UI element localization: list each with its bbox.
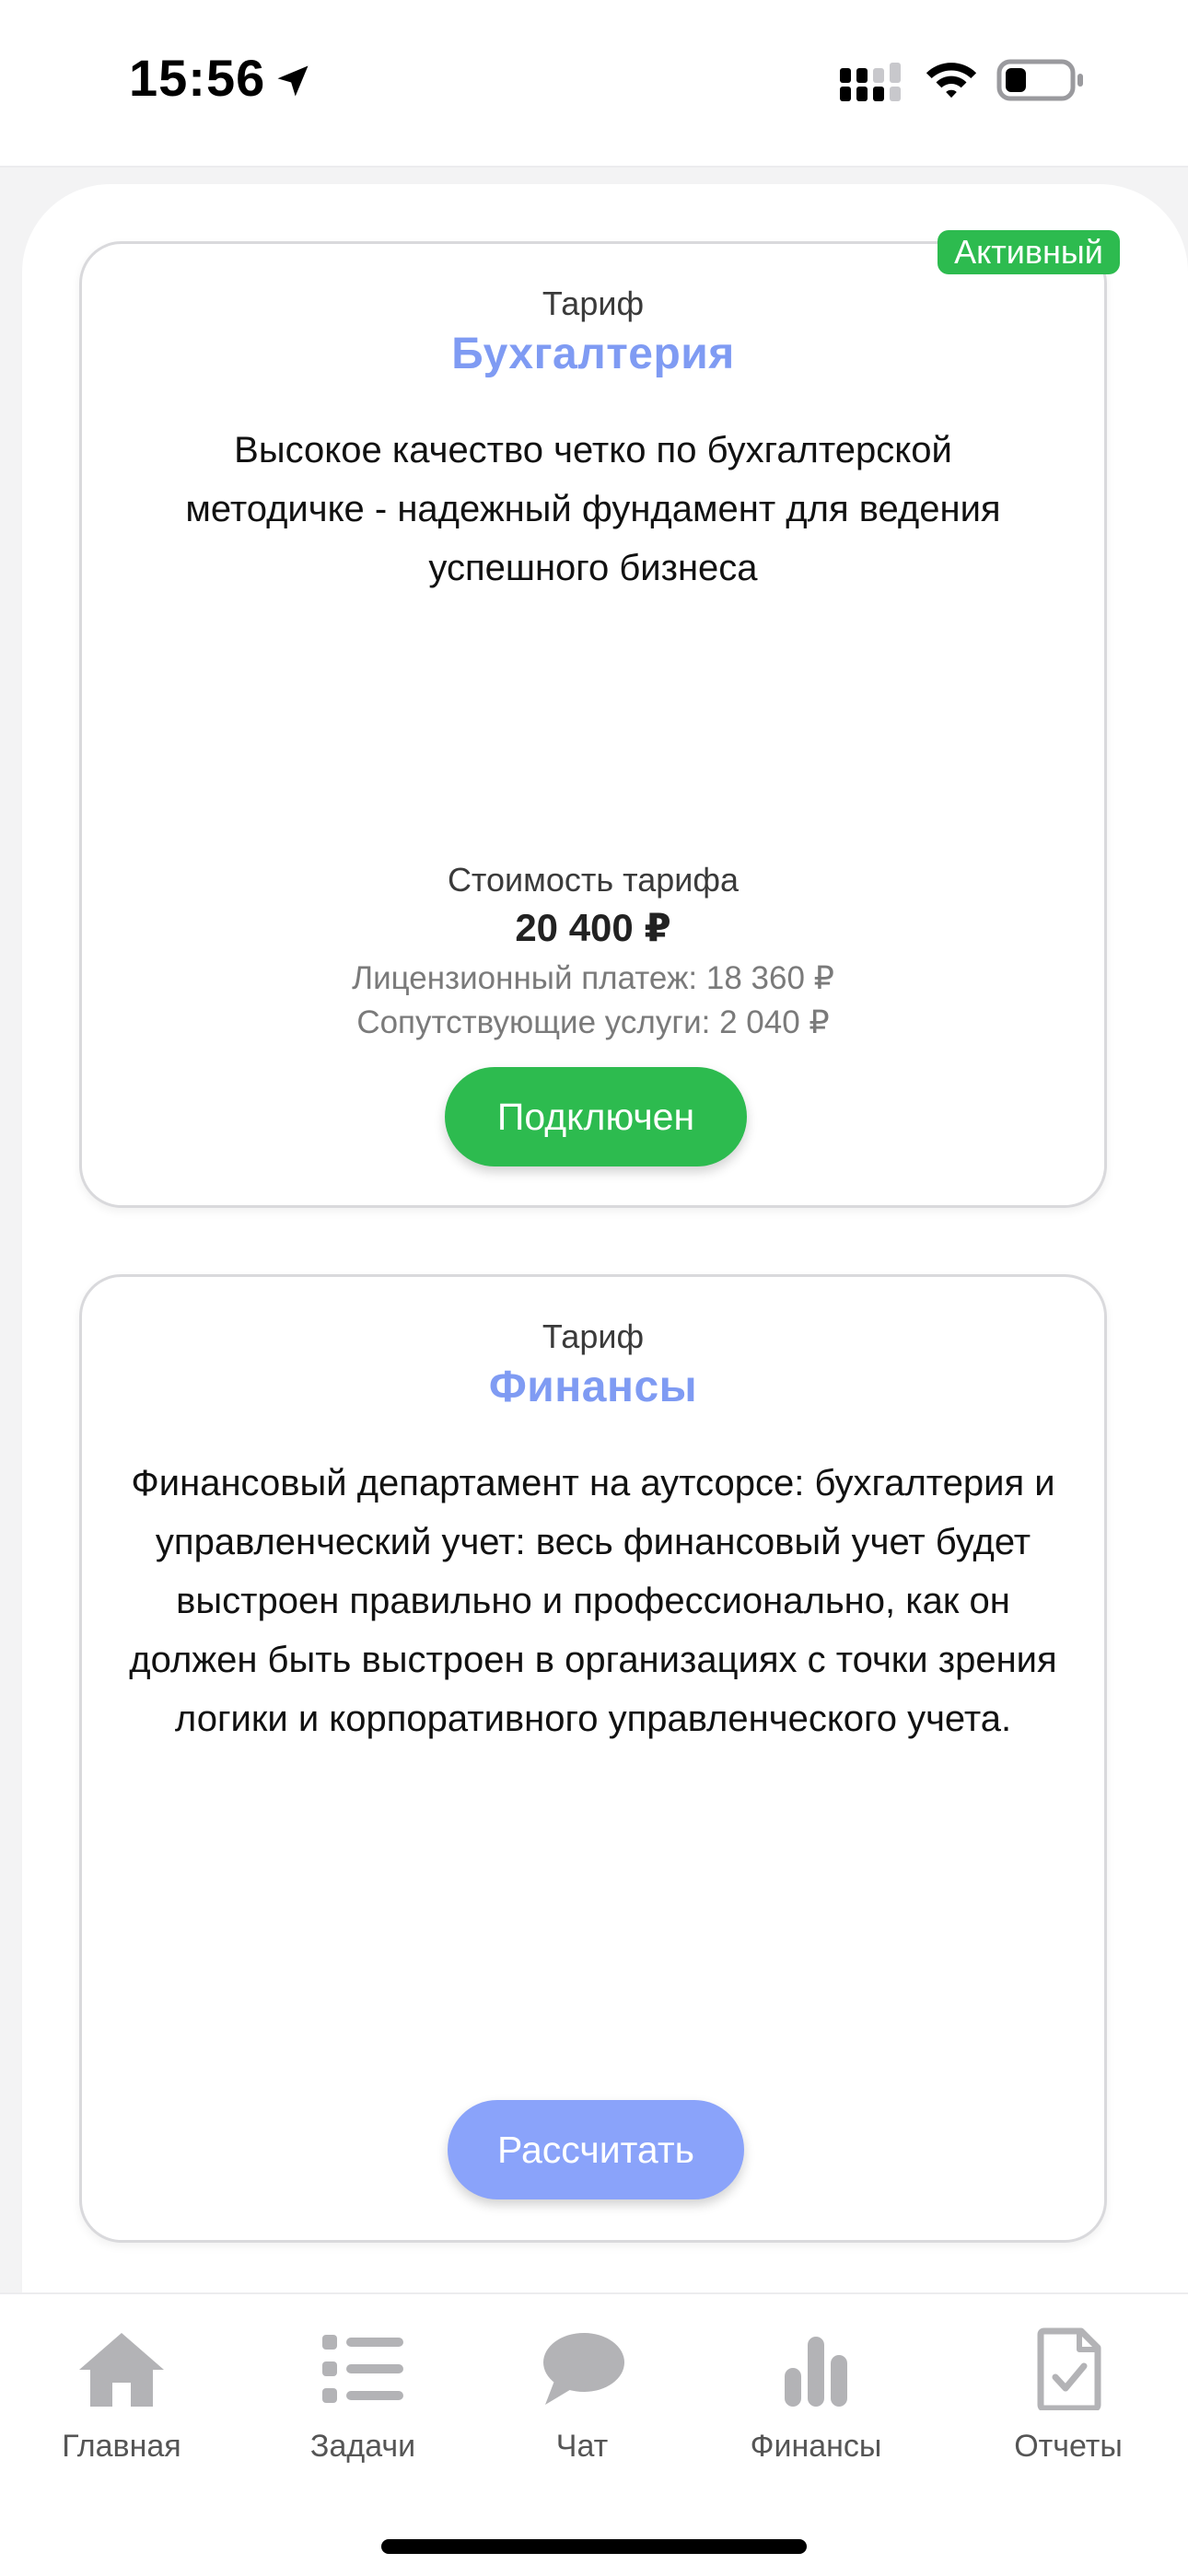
- tab-tasks[interactable]: Задачи: [262, 2327, 464, 2493]
- tariff-description: Высокое качество четко по бухгалтерской …: [185, 430, 1001, 588]
- bar-chart-icon: [785, 2337, 847, 2407]
- tab-label: Чат: [555, 2429, 609, 2464]
- home-icon: [79, 2333, 164, 2407]
- tab-label: Финансы: [750, 2429, 882, 2464]
- calculate-button[interactable]: Рассчитать: [448, 2100, 744, 2199]
- list-icon: [322, 2335, 403, 2403]
- wifi-icon: [926, 63, 977, 99]
- connected-button[interactable]: Подключен: [445, 1067, 747, 1166]
- tab-label: Главная: [62, 2429, 181, 2464]
- report-document-icon: [1037, 2327, 1101, 2410]
- tariff-card-accounting: Тариф Бухгалтерия Высокое качество четко…: [79, 241, 1107, 1208]
- price-value: 20 400 ₽: [515, 906, 671, 949]
- tariff-card-finance: Тариф Финансы Финансовый департамент на …: [79, 1274, 1107, 2243]
- price-caption: Стоимость тарифа: [447, 861, 740, 899]
- tab-label: Задачи: [309, 2429, 416, 2464]
- tariff-description: Финансовый департамент на аутсорсе: бухг…: [129, 1463, 1057, 1739]
- tariff-kicker: Тариф: [542, 1317, 645, 1355]
- related-services-fee: Сопутствующие услуги: 2 040 ₽: [356, 1004, 830, 1040]
- tab-reports[interactable]: Отчеты: [967, 2327, 1170, 2493]
- active-status-badge: Активный: [938, 230, 1120, 274]
- tab-label: Отчеты: [1014, 2429, 1123, 2464]
- tariff-title: Бухгалтерия: [451, 330, 735, 378]
- chat-bubble-icon: [543, 2333, 624, 2405]
- cellular-signal-icon: [840, 63, 901, 101]
- status-bar: 15:56: [0, 0, 1188, 168]
- tariff-kicker: Тариф: [542, 284, 645, 322]
- tab-finance[interactable]: Финансы: [715, 2327, 917, 2493]
- status-time: 15:56: [129, 49, 266, 107]
- tab-chat[interactable]: Чат: [481, 2327, 683, 2493]
- tariff-title: Финансы: [488, 1363, 698, 1411]
- tab-bar: Главная Задачи Чат Финансы Отчеты: [0, 2292, 1188, 2576]
- battery-icon: [996, 59, 1083, 101]
- location-arrow-icon: [277, 65, 309, 97]
- home-indicator: [381, 2539, 807, 2554]
- tab-home[interactable]: Главная: [20, 2327, 223, 2493]
- license-fee: Лицензионный платеж: 18 360 ₽: [352, 960, 834, 996]
